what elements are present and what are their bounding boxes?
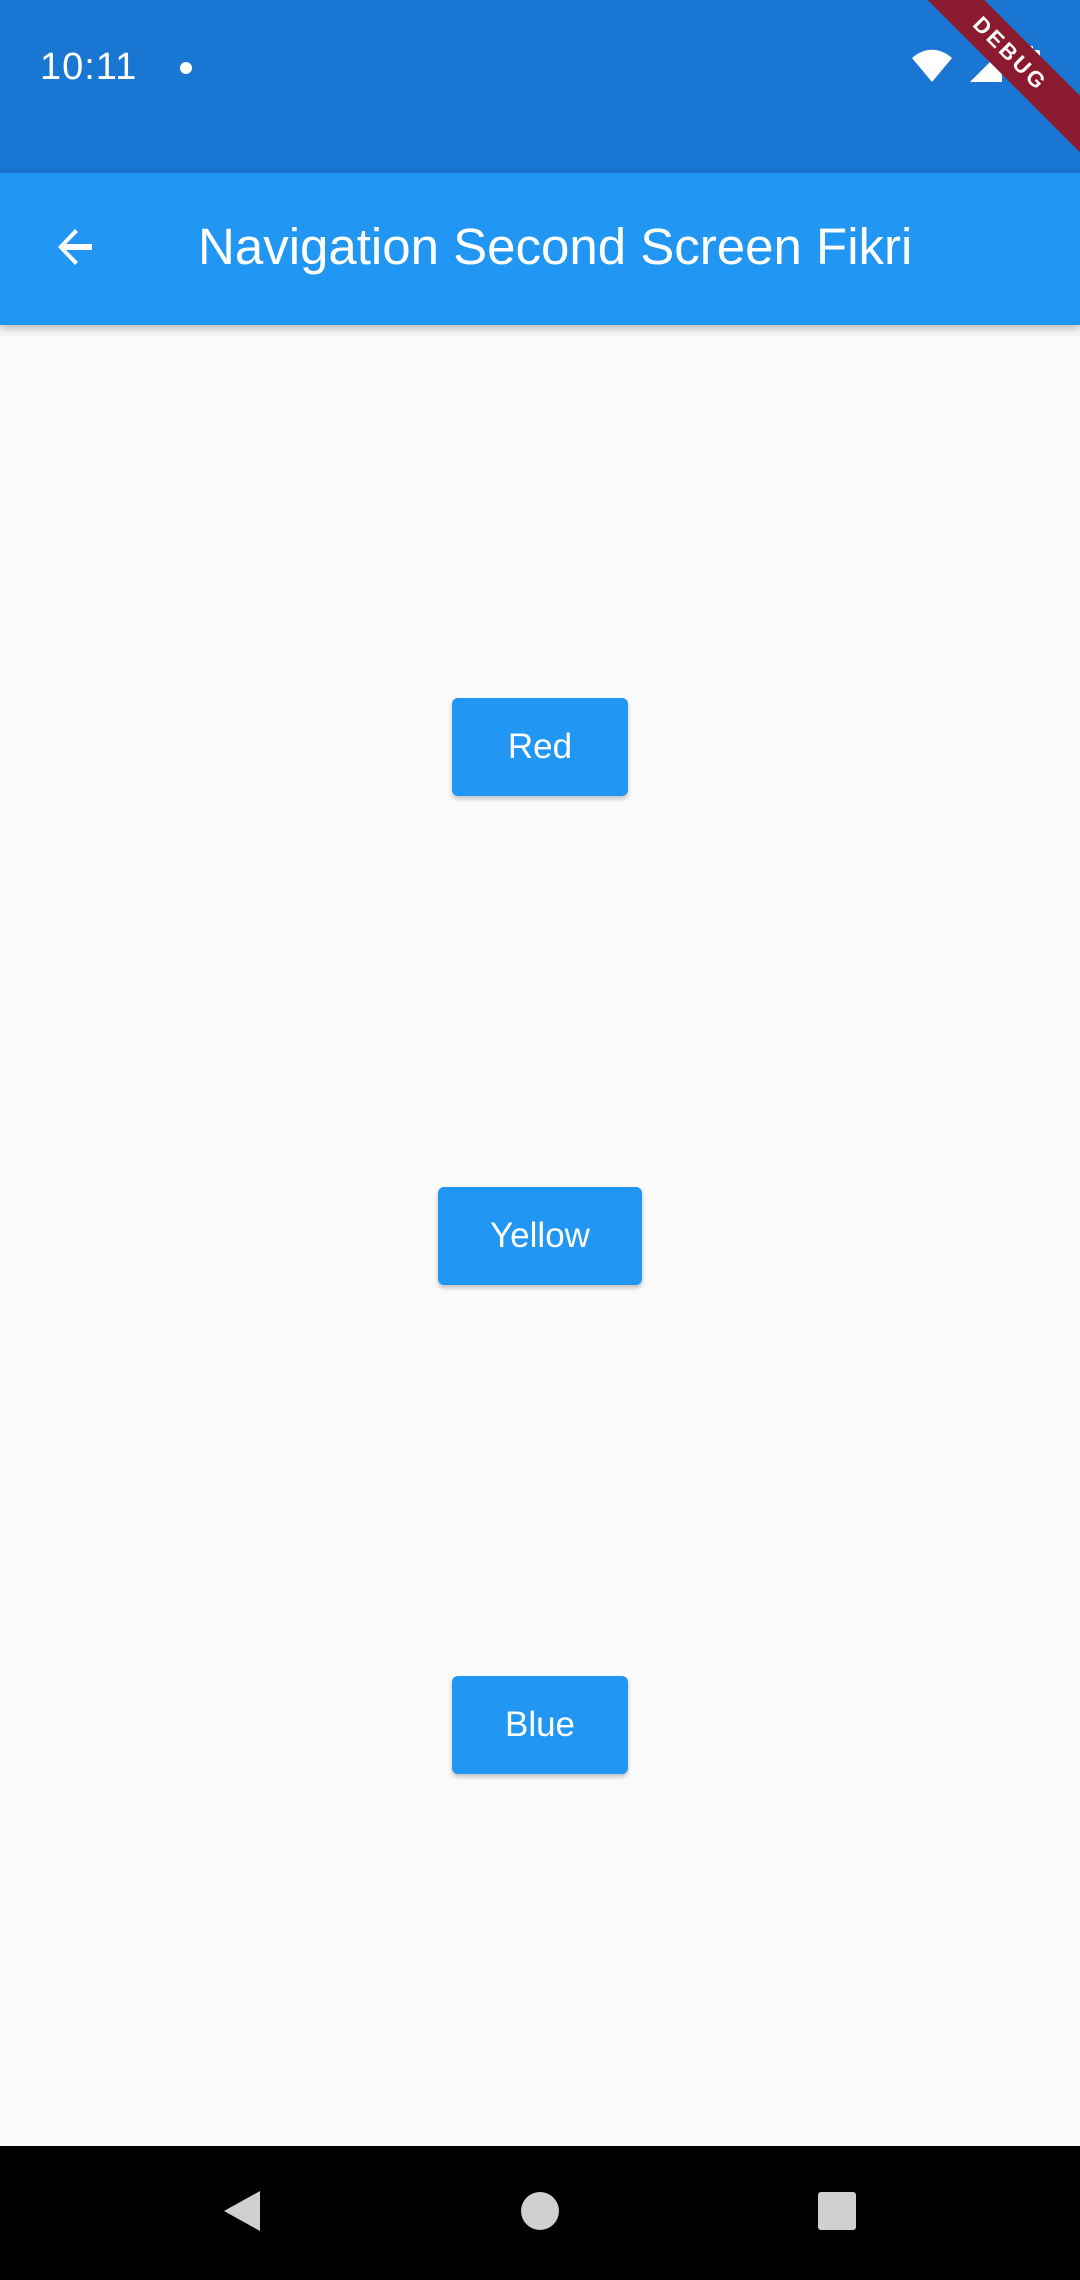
nav-home-button[interactable] — [503, 2176, 577, 2250]
nav-back-icon — [222, 2189, 262, 2238]
page-title: Navigation Second Screen Fikri — [198, 218, 913, 275]
nav-home-icon — [520, 2191, 560, 2236]
back-button[interactable] — [36, 209, 116, 289]
yellow-button[interactable]: Yellow — [438, 1187, 642, 1285]
screen: 10:11 DEBUG Navigation Second Screen Fik… — [0, 0, 1080, 2280]
arrow-back-icon — [52, 223, 100, 276]
wifi-icon — [910, 48, 954, 89]
system-nav-bar — [0, 2146, 1080, 2280]
red-button[interactable]: Red — [452, 698, 628, 796]
notification-dot-icon — [180, 62, 192, 74]
nav-recents-icon — [817, 2191, 857, 2236]
app-bar: Navigation Second Screen Fikri — [0, 173, 1080, 325]
nav-back-button[interactable] — [205, 2176, 279, 2250]
nav-recents-button[interactable] — [800, 2176, 874, 2250]
status-time: 10:11 — [40, 46, 138, 88]
blue-button[interactable]: Blue — [452, 1676, 628, 1774]
status-bar: 10:11 DEBUG — [0, 0, 1080, 173]
